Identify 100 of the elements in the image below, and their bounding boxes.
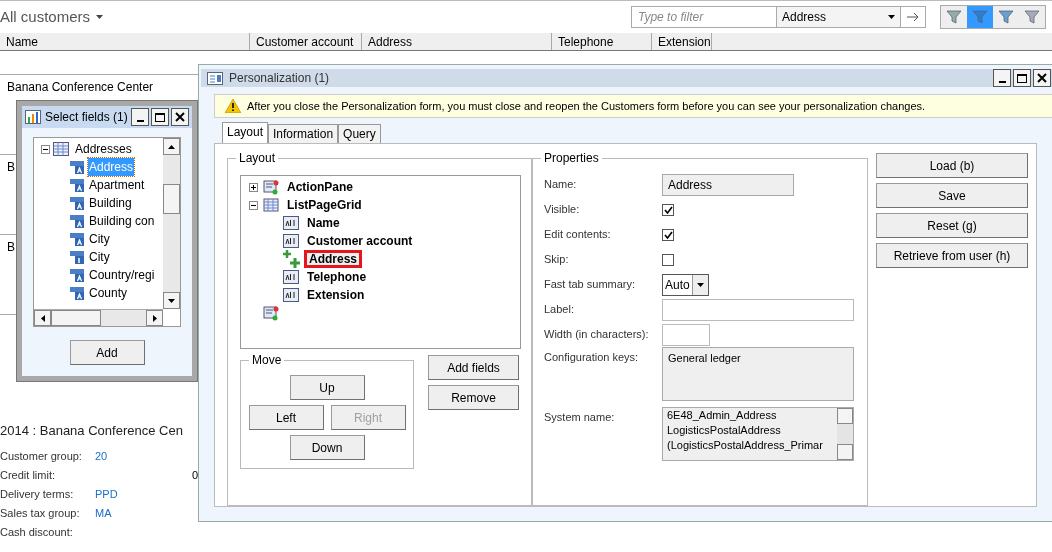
tree-item[interactable]: Address [304, 250, 363, 268]
grid-icon [263, 197, 279, 213]
filter-toolbar-button[interactable] [993, 6, 1019, 28]
tree-item[interactable]: Name [302, 214, 345, 232]
collapse-toggle[interactable] [41, 144, 50, 154]
group-title: Properties [541, 151, 602, 165]
scroll-up-button[interactable] [837, 408, 853, 424]
chart-icon [25, 109, 41, 125]
scroll-thumb[interactable] [51, 310, 101, 326]
property-label: Fast tab summary: [544, 277, 637, 293]
detail-value: 0 [191, 467, 198, 483]
vertical-scrollbar[interactable] [163, 138, 180, 309]
minimize-button[interactable] [131, 108, 149, 126]
warning-message: After you close the Personalization form, you must close and reopen the Customers form before you can see your personalization changes. [247, 98, 926, 114]
layout-button[interactable]: Add fields [428, 355, 519, 380]
text-field-icon [69, 285, 85, 301]
tree-item[interactable]: Telephone [302, 268, 372, 286]
checkbox[interactable] [662, 253, 674, 266]
table-cell: B [7, 240, 15, 254]
arrow-right-icon [907, 12, 919, 22]
layout-tree[interactable]: ActionPane ListPageGrid Name Customer account Address Telephone Extension [240, 175, 521, 349]
add-icon [283, 250, 301, 268]
property-label: Configuration keys: [544, 350, 640, 365]
move-button[interactable]: Up [289, 375, 365, 400]
tree-item[interactable]: Extension [302, 286, 370, 304]
side-button[interactable]: Save [876, 183, 1028, 208]
tree-item[interactable]: Addresses [75, 140, 132, 158]
move-button[interactable]: Left [248, 405, 324, 430]
filter-toolbar-button[interactable] [941, 6, 967, 28]
filter-icon [946, 9, 962, 25]
tree-item[interactable]: Apartment [88, 176, 146, 194]
name-field[interactable]: Address [662, 173, 794, 196]
scroll-thumb[interactable] [163, 183, 180, 214]
detail-link[interactable]: PPD [95, 485, 118, 503]
configuration-keys-field[interactable]: General ledger [662, 347, 854, 401]
collapse-toggle[interactable] [249, 200, 258, 210]
side-button[interactable]: Load (b) [876, 153, 1028, 178]
tree-item[interactable]: Country/regi [88, 266, 156, 284]
window-icon [207, 71, 223, 85]
text-field-icon [69, 177, 85, 193]
scroll-down-button[interactable] [837, 444, 853, 460]
horizontal-scrollbar[interactable] [34, 309, 163, 326]
expand-toggle[interactable] [249, 182, 258, 192]
detail-label: Credit limit: [0, 467, 56, 483]
tab[interactable]: Query [338, 124, 381, 143]
dropdown-caret-icon [888, 15, 895, 19]
tree-item[interactable]: ActionPane [282, 178, 358, 196]
minimize-button[interactable] [993, 69, 1011, 87]
property-label: Label: [544, 302, 575, 318]
group-title: Layout [236, 151, 279, 165]
system-name-list[interactable]: 6E48_Admin_Address LogisticsPostalAddress (LogisticsPostalAddress_Primar [662, 407, 854, 461]
scroll-up-icon [168, 144, 175, 149]
tab[interactable]: Information [268, 124, 339, 143]
layout-button[interactable]: Remove [428, 385, 519, 410]
maximize-button[interactable] [151, 108, 169, 126]
filter-field-dropdown[interactable]: Address [777, 6, 901, 28]
apply-filter-button[interactable] [901, 6, 926, 28]
tree-item[interactable]: Customer account [302, 232, 418, 250]
dropdown-caret-icon [696, 282, 704, 287]
property-label: System name: [544, 410, 616, 425]
close-button[interactable] [1033, 69, 1051, 87]
width-field[interactable] [662, 323, 710, 346]
detail-link[interactable]: MA [95, 504, 112, 522]
field-tree[interactable]: Addresses Address Apartment Building Building con City City Country/regi County [33, 137, 181, 327]
text-field-icon [69, 213, 85, 229]
filter-icon [972, 9, 988, 25]
side-button[interactable]: Reset (g) [876, 213, 1028, 238]
filter-field[interactable]: Type to filter [631, 6, 777, 28]
tree-item[interactable]: City [88, 230, 111, 248]
numeric-field-icon [69, 249, 85, 265]
detail-link[interactable]: 20 [95, 447, 108, 465]
tree-item[interactable]: ListPageGrid [282, 196, 367, 214]
close-button[interactable] [171, 108, 189, 126]
summary-dropdown[interactable]: Auto [662, 273, 709, 296]
system-name-line: (LogisticsPostalAddress_Primar [667, 438, 824, 453]
tree-item[interactable]: Building con [88, 212, 156, 230]
side-button[interactable]: Retrieve from user (h) [876, 243, 1028, 268]
dropdown-caret-icon[interactable] [96, 15, 104, 19]
label-field[interactable] [662, 298, 854, 321]
filter-toolbar-button[interactable] [967, 6, 993, 28]
checkbox[interactable] [662, 228, 674, 241]
add-button[interactable]: Add [69, 340, 145, 365]
group-title: Move [249, 353, 285, 367]
tree-item[interactable]: County [88, 284, 129, 302]
property-label: Edit contents: [544, 227, 612, 243]
tree-item[interactable]: City [88, 248, 111, 266]
move-button[interactable]: Down [289, 435, 365, 460]
window-title: Select fields (1) [45, 109, 128, 126]
maximize-button[interactable] [1013, 69, 1031, 87]
tab[interactable]: Layout [222, 122, 269, 143]
filter-toolbar-button[interactable] [1019, 6, 1045, 28]
tree-item[interactable]: Building [88, 194, 133, 212]
system-name-line: LogisticsPostalAddress [667, 423, 782, 438]
close-icon [1037, 73, 1047, 83]
text-field-icon [283, 288, 299, 302]
checkbox[interactable] [662, 203, 674, 216]
scroll-right-icon [152, 314, 157, 322]
text-field-icon [283, 270, 299, 284]
form-pane-icon [263, 305, 279, 321]
scrollbar[interactable] [837, 408, 853, 460]
